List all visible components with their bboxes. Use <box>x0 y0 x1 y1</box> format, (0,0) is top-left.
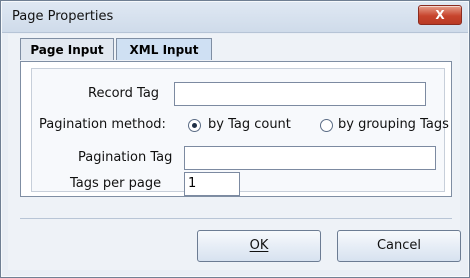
window-title: Page Properties <box>12 9 114 24</box>
pagination-tag-input[interactable] <box>184 146 436 170</box>
record-tag-input[interactable] <box>174 82 426 106</box>
xml-input-form: Record Tag Pagination method: by Tag cou… <box>31 68 449 196</box>
pagination-method-label: Pagination method: <box>39 117 166 132</box>
radio-by-grouping-tags[interactable] <box>320 119 333 132</box>
dialog-content: Page Input XML Input Record Tag Paginati… <box>8 34 461 270</box>
tags-per-page-label: Tags per page <box>70 176 162 191</box>
close-icon: X <box>435 8 445 22</box>
by-grouping-tags-label[interactable]: by grouping Tags <box>338 117 449 132</box>
xml-input-panel: Record Tag Pagination method: by Tag cou… <box>20 61 452 197</box>
page-properties-window: Page Properties X Page Input XML Input R… <box>0 0 470 278</box>
cancel-button[interactable]: Cancel <box>337 230 461 262</box>
tab-page-input[interactable]: Page Input <box>20 38 114 60</box>
by-tag-count-label[interactable]: by Tag count <box>208 117 291 132</box>
ok-button[interactable]: OK <box>197 230 321 262</box>
button-separator <box>20 218 452 219</box>
close-button[interactable]: X <box>418 5 462 25</box>
cancel-label: Cancel <box>376 238 422 253</box>
radio-by-tag-count[interactable] <box>188 119 201 132</box>
title-bar[interactable]: Page Properties X <box>2 2 468 33</box>
pagination-tag-label: Pagination Tag <box>78 150 173 165</box>
record-tag-label: Record Tag <box>88 86 160 101</box>
ok-label: OK <box>249 238 269 253</box>
tab-xml-input[interactable]: XML Input <box>116 38 212 60</box>
tags-per-page-input[interactable]: 1 <box>184 172 240 196</box>
